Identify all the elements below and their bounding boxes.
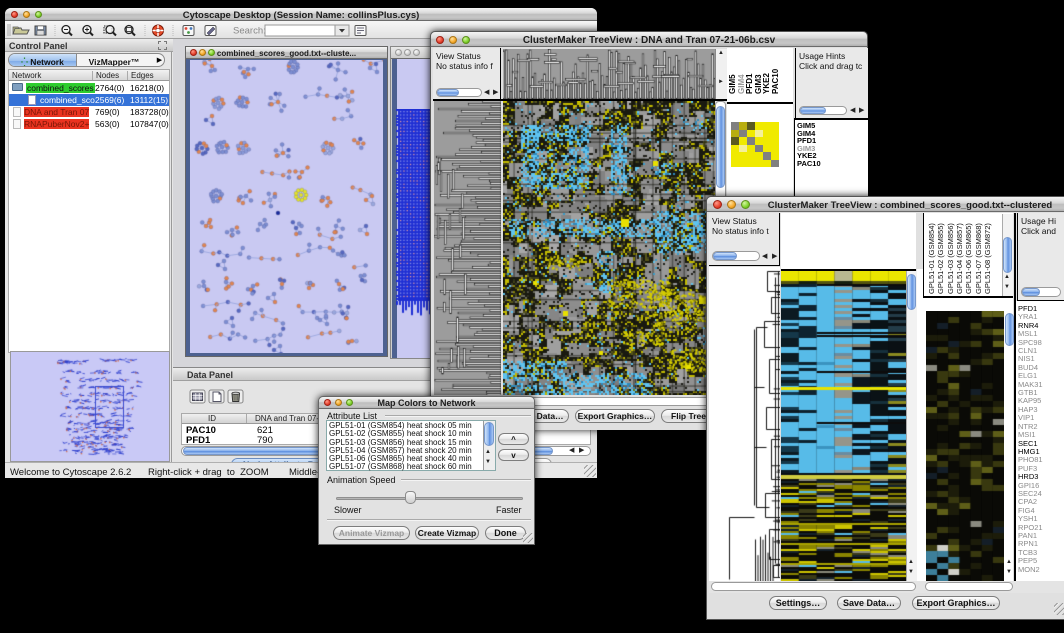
- svg-text:Search:: Search:: [233, 26, 266, 37]
